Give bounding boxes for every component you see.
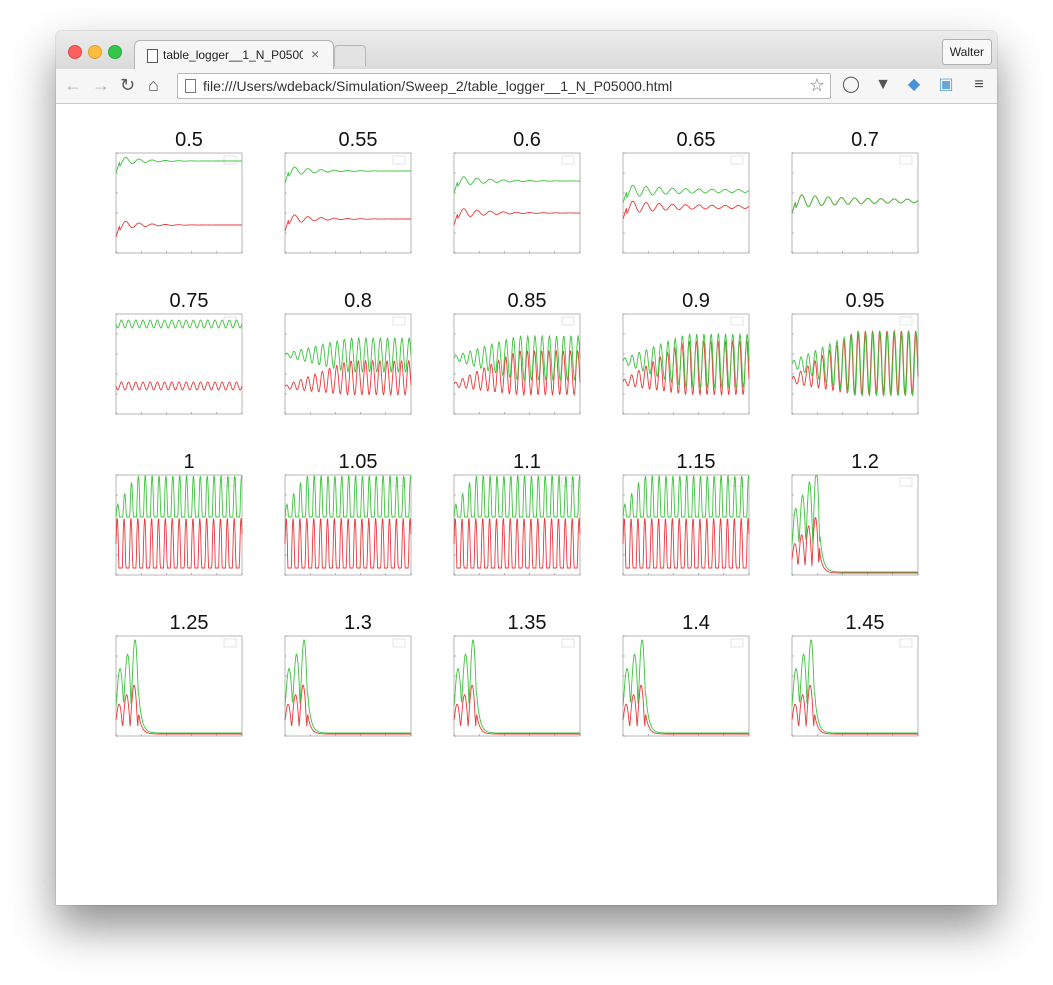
plot-thumbnail <box>453 313 581 415</box>
page-icon <box>147 49 158 63</box>
plot-label: 0.75 <box>169 290 209 312</box>
plot-label: 0.55 <box>338 129 378 151</box>
title-bar: table_logger__1_N_P05000 × Walter <box>56 31 997 70</box>
tab-close-icon[interactable]: × <box>311 46 319 62</box>
plot-frame <box>115 152 243 254</box>
plot-frame <box>622 152 750 254</box>
browser-tab[interactable]: table_logger__1_N_P05000 × <box>134 40 334 70</box>
plot-thumbnail <box>622 313 750 415</box>
plot-label: 1.05 <box>338 451 378 473</box>
plot-label: 0.85 <box>507 290 547 312</box>
plot-cell: 1.05 <box>283 451 443 586</box>
plot-cell: 0.7 <box>790 129 950 264</box>
plot-thumbnail <box>284 635 412 737</box>
plot-frame <box>284 152 412 254</box>
plot-cell: 0.75 <box>114 290 274 425</box>
plot-label: 0.65 <box>676 129 716 151</box>
profile-button[interactable]: Walter <box>941 39 992 65</box>
new-tab-button[interactable] <box>334 45 366 66</box>
browser-window: table_logger__1_N_P05000 × Walter ← → ↻ … <box>56 31 997 905</box>
pocket-extension-icon[interactable]: ▼ <box>874 76 892 94</box>
plot-thumbnail <box>791 152 919 254</box>
plot-thumbnail <box>791 474 919 576</box>
plot-cell: 1.2 <box>790 451 950 586</box>
plot-thumbnail <box>622 635 750 737</box>
plot-label: 0.8 <box>344 290 372 312</box>
plot-cell: 1.25 <box>114 612 274 747</box>
plot-label: 1.3 <box>344 612 372 634</box>
plot-cell: 1.4 <box>621 612 781 747</box>
plot-frame <box>115 313 243 415</box>
plot-cell: 0.5 <box>114 129 274 264</box>
home-icon[interactable]: ⌂ <box>148 74 159 96</box>
hamburger-menu-icon[interactable]: ≡ <box>970 76 988 94</box>
plot-frame <box>453 152 581 254</box>
plot-thumbnail <box>115 474 243 576</box>
plot-cell: 1.15 <box>621 451 781 586</box>
plot-label: 0.6 <box>513 129 541 151</box>
plot-thumbnail <box>115 313 243 415</box>
plot-cell: 0.95 <box>790 290 950 425</box>
plot-cell: 0.55 <box>283 129 443 264</box>
plot-cell: 1.1 <box>452 451 612 586</box>
arrow-left-icon[interactable]: ← <box>64 74 82 96</box>
camera-extension-icon[interactable]: ▣ <box>937 76 955 94</box>
page-content: 0.5 0.55 0.6 0.65 0.7 0.75 0.8 0.85 0.9 0.95 1 1.05… <box>56 104 997 905</box>
opera-extension-icon[interactable]: ◯ <box>842 76 860 94</box>
plot-label: 1.4 <box>682 612 710 634</box>
plot-label: 1.45 <box>845 612 885 634</box>
plot-cell: 1.35 <box>452 612 612 747</box>
plot-label: 0.9 <box>682 290 710 312</box>
plot-thumbnail <box>453 474 581 576</box>
plot-thumbnail <box>284 152 412 254</box>
plot-thumbnail <box>115 152 243 254</box>
plot-cell: 0.6 <box>452 129 612 264</box>
plot-thumbnail <box>453 152 581 254</box>
plot-label: 1.2 <box>851 451 879 473</box>
plot-label: 1.15 <box>676 451 716 473</box>
plot-label: 1.25 <box>169 612 209 634</box>
plot-thumbnail <box>284 313 412 415</box>
plot-cell: 1 <box>114 451 274 586</box>
address-bar[interactable]: file:///Users/wdeback/Simulation/Sweep_2… <box>177 73 831 99</box>
close-window-button[interactable] <box>68 45 82 59</box>
plot-label: 0.5 <box>175 129 203 151</box>
bookmark-extension-icon[interactable]: ◆ <box>905 76 923 94</box>
url-text[interactable]: file:///Users/wdeback/Simulation/Sweep_2… <box>203 78 672 94</box>
plot-cell: 1.45 <box>790 612 950 747</box>
plot-thumbnail <box>115 635 243 737</box>
star-icon[interactable]: ☆ <box>809 75 825 96</box>
plot-cell: 1.3 <box>283 612 443 747</box>
plot-thumbnail <box>453 635 581 737</box>
plot-cell: 0.65 <box>621 129 781 264</box>
plot-thumbnail <box>622 474 750 576</box>
plot-cell: 0.9 <box>621 290 781 425</box>
plot-cell: 0.85 <box>452 290 612 425</box>
plot-label: 0.7 <box>851 129 879 151</box>
plot-label: 1.35 <box>507 612 547 634</box>
plot-label: 0.95 <box>845 290 885 312</box>
tab-title: table_logger__1_N_P05000 <box>163 48 303 62</box>
reload-icon[interactable]: ↻ <box>120 74 135 96</box>
plot-frame <box>622 313 750 415</box>
plot-thumbnail <box>284 474 412 576</box>
plot-label: 1.1 <box>513 451 541 473</box>
arrow-right-icon[interactable]: → <box>92 74 110 96</box>
page-icon <box>185 79 196 93</box>
plot-thumbnail <box>791 635 919 737</box>
minimize-window-button[interactable] <box>88 45 102 59</box>
plot-label: 1 <box>183 451 195 473</box>
plot-thumbnail <box>622 152 750 254</box>
plot-thumbnail <box>791 313 919 415</box>
zoom-window-button[interactable] <box>108 45 122 59</box>
plot-cell: 0.8 <box>283 290 443 425</box>
toolbar: ← → ↻ ⌂ file:///Users/wdeback/Simulation… <box>56 69 997 104</box>
